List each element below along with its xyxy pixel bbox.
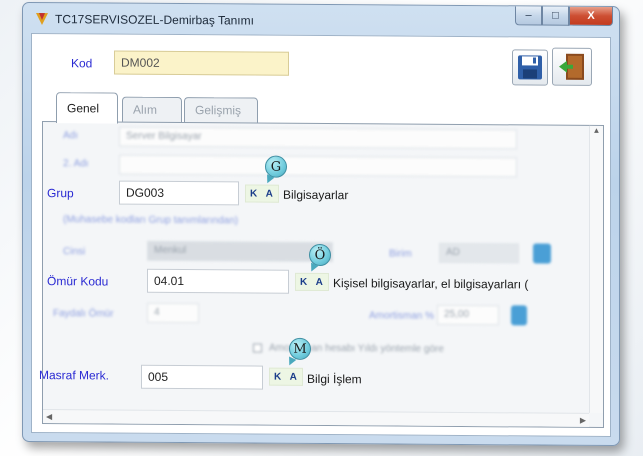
floppy-disk-icon <box>518 55 542 80</box>
main-window: TC17SERVISOZEL-Demirbaş Tanımı – □ X Kod… <box>22 1 620 447</box>
birim-label: Birim <box>389 248 412 260</box>
maximize-button[interactable]: □ <box>542 6 569 26</box>
omur-lookup-button[interactable]: K A <box>295 272 329 292</box>
exit-door-icon <box>559 53 584 80</box>
amortisman-field[interactable]: 25,00 <box>437 304 499 326</box>
grup-field[interactable]: DG003 <box>119 180 239 206</box>
amortisman-label: Amortisman % <box>369 310 435 322</box>
window-title: TC17SERVISOZEL-Demirbaş Tanımı <box>55 12 254 28</box>
genel-panel: Adı Server Bilgisayar 2. Adı Grup DG003 … <box>39 121 604 428</box>
close-button[interactable]: X <box>569 6 613 27</box>
cinsi-select[interactable]: Menkul <box>147 240 333 263</box>
app-logo-icon <box>36 13 48 26</box>
adi-field[interactable]: Server Bilgisayar <box>119 126 517 150</box>
cinsi-label: Cinsi <box>63 246 86 258</box>
grup-label: Grup <box>47 186 74 201</box>
horizontal-scrollbar[interactable]: ◀ ▶ <box>43 409 589 427</box>
grup-description: Bilgisayarlar <box>283 187 349 203</box>
adi-label: Adı <box>63 130 79 142</box>
adi2-field[interactable] <box>119 154 517 178</box>
grup-lookup-button[interactable]: K A <box>245 184 279 203</box>
tab-alim[interactable]: Alım <box>122 96 182 124</box>
omur-field[interactable]: 04.01 <box>147 268 289 294</box>
tab-genel[interactable]: Genel <box>56 92 118 124</box>
birim-select[interactable]: AD <box>439 242 519 264</box>
tab-gelismis[interactable]: Gelişmiş <box>184 97 258 124</box>
masraf-lookup-button[interactable]: K A <box>269 367 303 386</box>
omur-description: Kişisel bilgisayarlar, el bilgisayarları… <box>333 276 529 292</box>
adi2-label: 2. Adı <box>63 158 89 170</box>
minimize-button[interactable]: – <box>515 6 542 26</box>
calculator-icon[interactable] <box>533 243 551 264</box>
faydali-label: Faydalı Ömür <box>53 308 114 320</box>
save-button[interactable] <box>512 49 548 86</box>
exit-button[interactable] <box>552 47 592 86</box>
annotation-m-badge: M <box>289 337 311 360</box>
masraf-field[interactable]: 005 <box>141 364 263 390</box>
calculator-icon[interactable] <box>511 305 527 326</box>
vertical-scrollbar[interactable]: ▲ <box>589 125 603 413</box>
masraf-description: Bilgi İşlem <box>307 371 362 387</box>
grup-note: (Muhasebe kodları Grup tanımlarından) <box>63 214 239 227</box>
title-bar[interactable]: TC17SERVISOZEL-Demirbaş Tanımı – □ X <box>23 3 619 37</box>
client-area: Kod DM002 Genel Alım Gelişmiş Adı Server… <box>31 32 611 438</box>
amortisman-checkbox[interactable] <box>253 343 262 353</box>
kod-field[interactable]: DM002 <box>114 50 289 76</box>
masraf-label: Masraf Merk. <box>39 368 110 383</box>
omur-label: Ömür Kodu <box>47 274 109 289</box>
faydali-field[interactable]: 4 <box>147 302 199 324</box>
kod-label: Kod <box>71 56 93 71</box>
